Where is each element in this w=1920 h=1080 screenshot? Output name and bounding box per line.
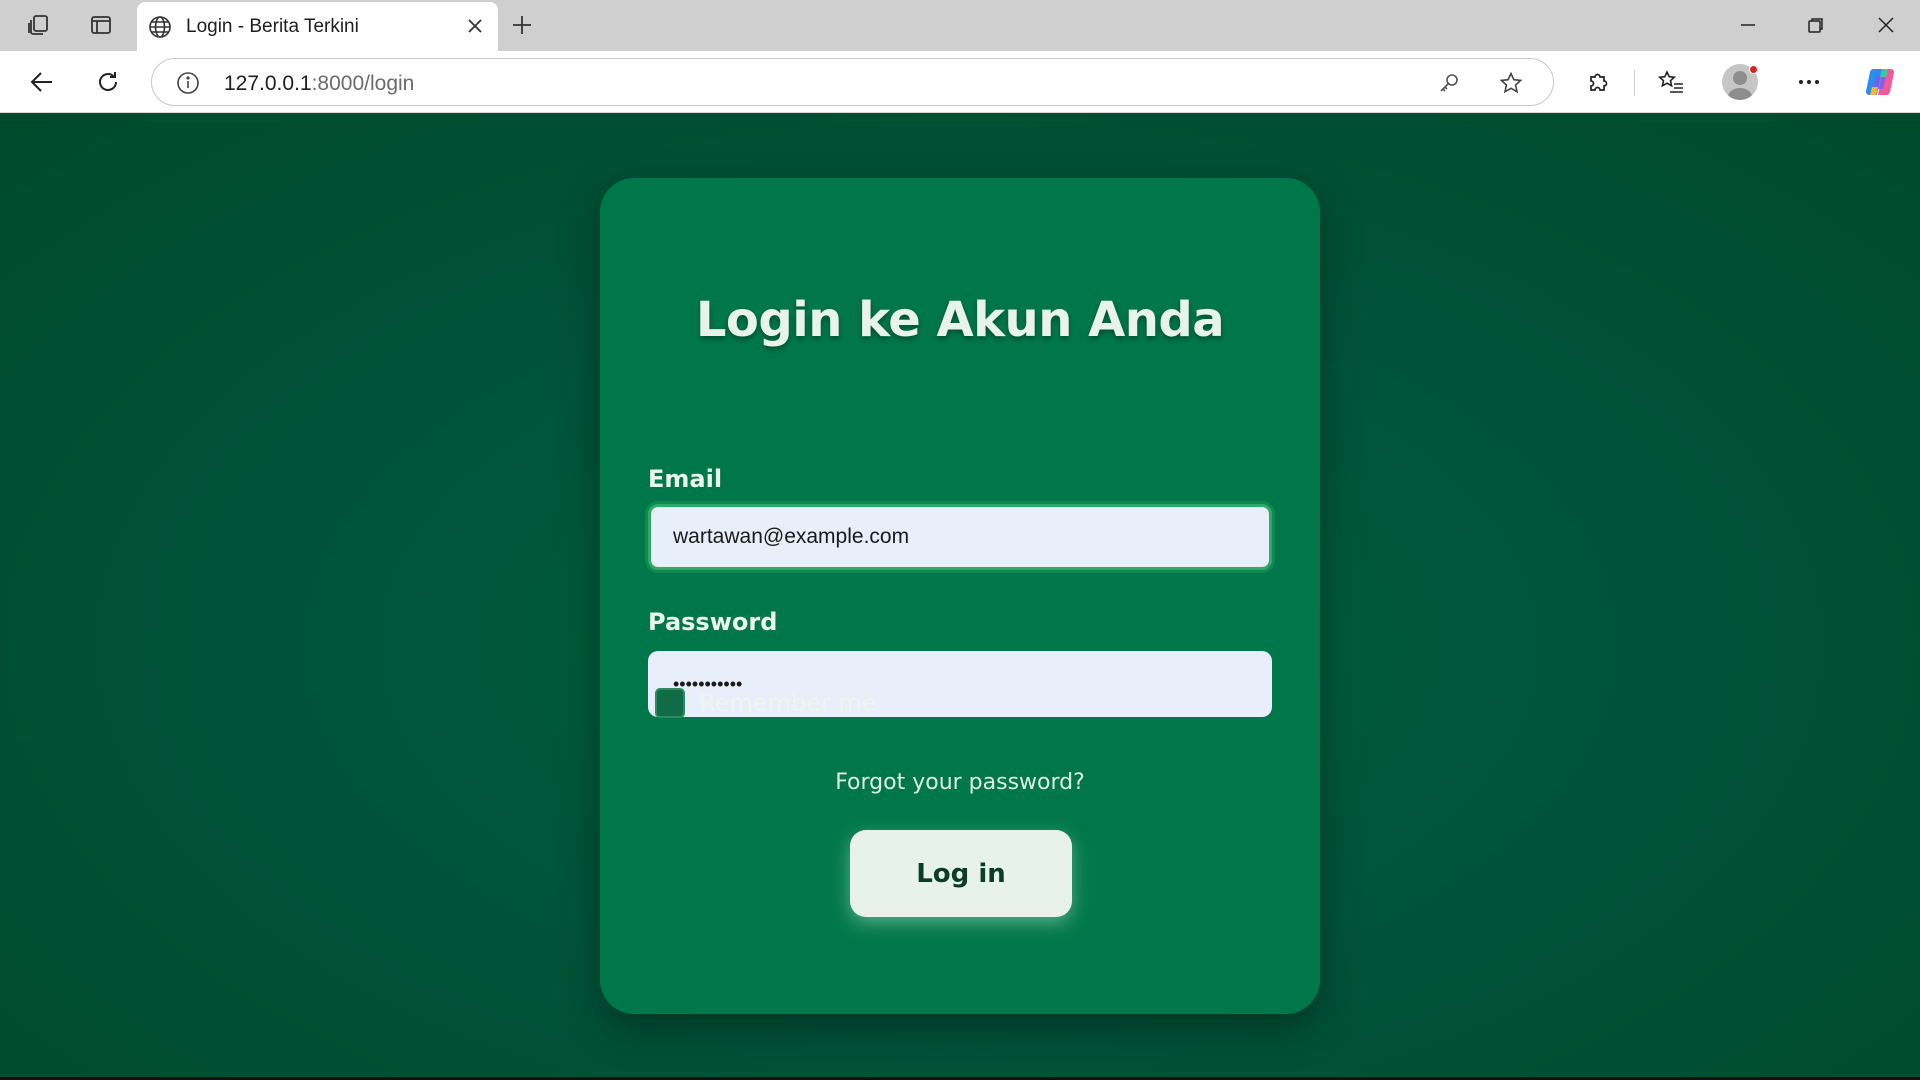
plus-icon[interactable] (507, 10, 537, 40)
star-icon[interactable] (1497, 69, 1525, 97)
refresh-icon[interactable] (90, 64, 126, 100)
toolbar-divider (1634, 70, 1635, 96)
key-icon[interactable] (1435, 69, 1463, 97)
forgot-password-link[interactable]: Forgot your password? (600, 770, 1320, 795)
globe-icon (147, 14, 173, 40)
page-title: Login ke Akun Anda (695, 292, 1225, 348)
tab-title: Login - Berita Terkini (186, 16, 359, 37)
url-text[interactable]: 127.0.0.1:8000/login (224, 72, 414, 96)
notification-dot (1749, 65, 1758, 74)
active-tab[interactable]: Login - Berita Terkini (137, 2, 498, 51)
browser-tab-bar: Login - Berita Terkini (0, 0, 1920, 51)
workspaces-icon[interactable] (24, 10, 54, 40)
favorites-icon[interactable] (1653, 64, 1689, 100)
puzzle-icon[interactable] (1580, 64, 1616, 100)
tab-actions-icon[interactable] (86, 10, 116, 40)
remember-me-checkbox[interactable] (655, 688, 685, 718)
email-value: wartawan@example.com (673, 525, 910, 548)
browser-toolbar: 127.0.0.1:8000/login (0, 51, 1920, 113)
url-path: :8000/login (311, 72, 415, 95)
restore-icon[interactable] (1799, 8, 1833, 42)
minimize-icon[interactable] (1731, 8, 1765, 42)
login-card: Login ke Akun Anda Email wartawan@exampl… (600, 178, 1320, 1014)
remember-me-label[interactable]: Remember me (699, 689, 877, 717)
close-window-icon[interactable] (1869, 8, 1903, 42)
page-background: Login ke Akun Anda Email wartawan@exampl… (0, 114, 1920, 1080)
copilot-icon[interactable] (1862, 64, 1898, 100)
close-icon[interactable] (462, 13, 488, 39)
info-icon[interactable] (174, 69, 202, 97)
email-label: Email (648, 465, 723, 493)
back-arrow-icon[interactable] (24, 64, 60, 100)
email-field[interactable]: wartawan@example.com (648, 504, 1272, 570)
password-label: Password (648, 608, 778, 636)
more-icon[interactable] (1791, 64, 1827, 100)
login-button[interactable]: Log in (850, 830, 1072, 917)
url-host: 127.0.0.1 (224, 72, 312, 95)
address-bar[interactable]: 127.0.0.1:8000/login (151, 58, 1554, 106)
